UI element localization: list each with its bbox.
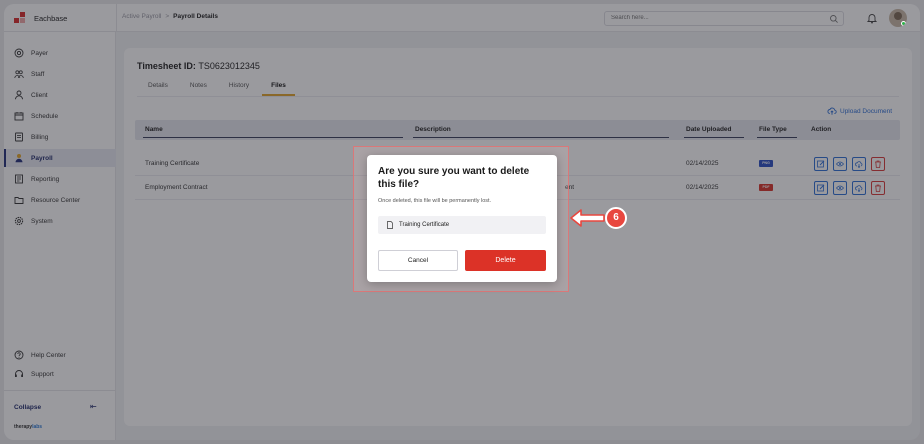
online-status-icon (901, 21, 906, 26)
step-badge: 6 (605, 207, 627, 229)
dialog-subtitle: Once deleted, this file will be permanen… (378, 198, 492, 204)
delete-button[interactable]: Delete (465, 250, 546, 271)
arrow-left-icon (570, 209, 605, 227)
dialog-file-name: Training Certificate (399, 222, 450, 228)
delete-confirmation-dialog: Are you sure you want to delete this fil… (367, 155, 557, 282)
dialog-title: Are you sure you want to delete this fil… (378, 166, 530, 190)
dialog-file-chip: Training Certificate (378, 216, 546, 234)
cancel-button[interactable]: Cancel (378, 250, 458, 271)
file-icon (387, 221, 393, 229)
